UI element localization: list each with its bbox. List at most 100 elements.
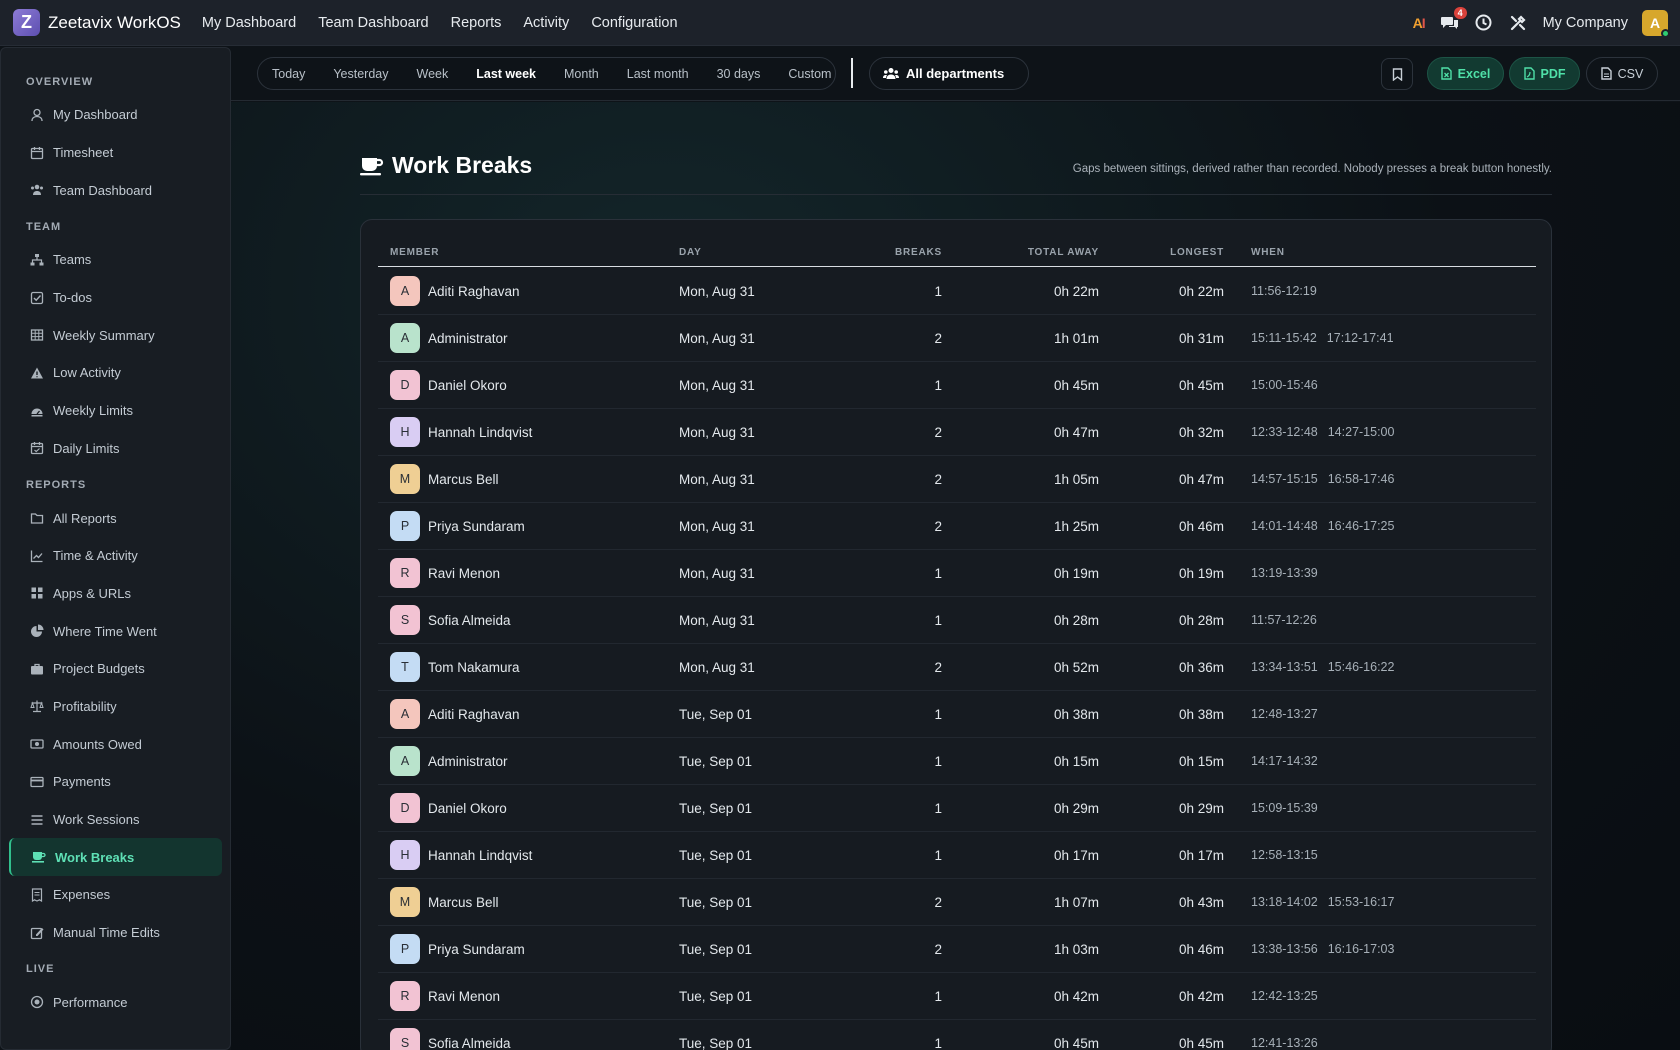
member-initial: A — [400, 707, 410, 721]
member-name[interactable]: Sofia Almeida — [428, 1036, 511, 1050]
member-name[interactable]: Hannah Lindqvist — [428, 848, 532, 863]
excel-file-icon — [1440, 67, 1452, 80]
company-switcher[interactable]: My Company — [1543, 15, 1628, 31]
sidebar-item-teams[interactable]: Teams — [9, 241, 222, 279]
sidebar-item-project-budgets[interactable]: Project Budgets — [9, 650, 222, 688]
range-last-week[interactable]: Last week — [476, 67, 536, 81]
sidebar-item-label: My Dashboard — [53, 107, 138, 123]
sidebar-item-amounts-owed[interactable]: Amounts Owed — [9, 725, 222, 763]
range-30-days[interactable]: 30 days — [717, 67, 761, 81]
breaks-cell: 2 — [934, 471, 942, 487]
sidebar-item-work-sessions[interactable]: Work Sessions — [9, 801, 222, 839]
range-yesterday[interactable]: Yesterday — [333, 67, 388, 81]
column-header-longest[interactable]: LONGEST — [1170, 247, 1224, 258]
table-row[interactable]: P Priya Sundaram Tue, Sep 01 2 1h 03m 0h… — [378, 926, 1536, 973]
sidebar-item-low-activity[interactable]: Low Activity — [9, 354, 222, 392]
export-pdf-button[interactable]: PDF — [1509, 57, 1580, 90]
table-row[interactable]: A Administrator Tue, Sep 01 1 0h 15m 0h … — [378, 738, 1536, 785]
member-name[interactable]: Priya Sundaram — [428, 942, 525, 957]
export-csv-button[interactable]: CSV — [1586, 57, 1658, 90]
table-row[interactable]: H Hannah Lindqvist Mon, Aug 31 2 0h 47m … — [378, 409, 1536, 456]
sidebar-item-my-dashboard[interactable]: My Dashboard — [9, 96, 222, 134]
sidebar-item-work-breaks[interactable]: Work Breaks — [9, 838, 222, 877]
column-header-day[interactable]: DAY — [679, 247, 702, 258]
member-name[interactable]: Administrator — [428, 331, 508, 346]
member-name[interactable]: Marcus Bell — [428, 895, 499, 910]
member-name[interactable]: Daniel Okoro — [428, 801, 507, 816]
list-icon — [30, 813, 44, 827]
member-name[interactable]: Sofia Almeida — [428, 613, 511, 628]
member-name[interactable]: Marcus Bell — [428, 472, 499, 487]
table-row[interactable]: M Marcus Bell Mon, Aug 31 2 1h 05m 0h 47… — [378, 456, 1536, 503]
tools-button[interactable] — [1507, 12, 1529, 34]
export-excel-button[interactable]: Excel — [1427, 57, 1504, 90]
member-name[interactable]: Tom Nakamura — [428, 660, 520, 675]
sidebar-item-daily-limits[interactable]: Daily Limits — [9, 430, 222, 468]
member-name[interactable]: Ravi Menon — [428, 989, 500, 1004]
range-custom[interactable]: Custom — [788, 67, 831, 81]
column-header-total-away[interactable]: TOTAL AWAY — [1028, 247, 1099, 258]
sidebar-item-profitability[interactable]: Profitability — [9, 688, 222, 726]
column-header-member[interactable]: MEMBER — [390, 247, 439, 258]
member-initial: A — [400, 754, 410, 768]
table-row[interactable]: A Aditi Raghavan Tue, Sep 01 1 0h 38m 0h… — [378, 691, 1536, 738]
sidebar-item-label: All Reports — [53, 510, 117, 526]
range-last-month[interactable]: Last month — [627, 67, 689, 81]
breaks-cell: 2 — [934, 518, 942, 534]
table-row[interactable]: T Tom Nakamura Mon, Aug 31 2 0h 52m 0h 3… — [378, 644, 1536, 691]
table-row[interactable]: A Administrator Mon, Aug 31 2 1h 01m 0h … — [378, 315, 1536, 362]
app-logo[interactable]: Z — [13, 9, 40, 36]
table-row[interactable]: S Sofia Almeida Tue, Sep 01 1 0h 45m 0h … — [378, 1020, 1536, 1050]
user-avatar[interactable]: A — [1642, 9, 1670, 38]
table-row[interactable]: D Daniel Okoro Mon, Aug 31 1 0h 45m 0h 4… — [378, 362, 1536, 409]
topnav-team-dashboard[interactable]: Team Dashboard — [318, 15, 428, 31]
table-row[interactable]: R Ravi Menon Tue, Sep 01 1 0h 42m 0h 42m… — [378, 973, 1536, 1020]
range-week[interactable]: Week — [417, 67, 449, 81]
department-filter[interactable]: All departments — [869, 57, 1029, 90]
ai-assistant-button[interactable]: AI — [1413, 15, 1426, 31]
timer-button[interactable] — [1473, 12, 1495, 34]
sidebar-item-weekly-limits[interactable]: Weekly Limits — [9, 392, 222, 430]
topnav-my-dashboard[interactable]: My Dashboard — [202, 15, 296, 31]
table-row[interactable]: S Sofia Almeida Mon, Aug 31 1 0h 28m 0h … — [378, 597, 1536, 644]
member-name[interactable]: Administrator — [428, 754, 508, 769]
table-row[interactable]: D Daniel Okoro Tue, Sep 01 1 0h 29m 0h 2… — [378, 785, 1536, 832]
save-view-button[interactable] — [1381, 58, 1413, 90]
member-name[interactable]: Priya Sundaram — [428, 519, 525, 534]
total-away-cell: 0h 17m — [1053, 847, 1099, 863]
table-row[interactable]: H Hannah Lindqvist Tue, Sep 01 1 0h 17m … — [378, 832, 1536, 879]
sidebar-item-timesheet[interactable]: Timesheet — [9, 134, 222, 172]
member-name[interactable]: Ravi Menon — [428, 566, 500, 581]
member-name[interactable]: Daniel Okoro — [428, 378, 507, 393]
sidebar-item-performance[interactable]: Performance — [9, 983, 222, 1021]
sidebar-item-where-time-went[interactable]: Where Time Went — [9, 612, 222, 650]
table-row[interactable]: M Marcus Bell Tue, Sep 01 2 1h 07m 0h 43… — [378, 879, 1536, 926]
member-cell: S Sofia Almeida — [390, 597, 511, 643]
messages-button[interactable]: 4 — [1439, 6, 1467, 34]
table-row[interactable]: A Aditi Raghavan Mon, Aug 31 1 0h 22m 0h… — [378, 268, 1536, 315]
sidebar-item-to-dos[interactable]: To-dos — [9, 279, 222, 317]
sidebar-item-team-dashboard[interactable]: Team Dashboard — [9, 171, 222, 209]
topnav-configuration[interactable]: Configuration — [591, 15, 677, 31]
sidebar-item-apps-urls[interactable]: Apps & URLs — [9, 575, 222, 613]
break-interval: 15:53-16:17 — [1327, 895, 1395, 909]
sidebar-item-weekly-summary[interactable]: Weekly Summary — [9, 316, 222, 354]
topnav-reports[interactable]: Reports — [451, 15, 502, 31]
column-header-breaks[interactable]: BREAKS — [895, 247, 942, 258]
topnav-activity[interactable]: Activity — [523, 15, 569, 31]
table-row[interactable]: R Ravi Menon Mon, Aug 31 1 0h 19m 0h 19m… — [378, 550, 1536, 597]
sidebar-item-all-reports[interactable]: All Reports — [9, 499, 222, 537]
sidebar-item-payments[interactable]: Payments — [9, 763, 222, 801]
table-row[interactable]: P Priya Sundaram Mon, Aug 31 2 1h 25m 0h… — [378, 503, 1536, 550]
member-name[interactable]: Aditi Raghavan — [428, 284, 520, 299]
app-name[interactable]: Zeetavix WorkOS — [48, 13, 181, 33]
sidebar-item-manual-time-edits[interactable]: Manual Time Edits — [9, 914, 222, 952]
column-header-when[interactable]: WHEN — [1251, 247, 1285, 258]
range-today[interactable]: Today — [272, 67, 305, 81]
sidebar-item-time-activity[interactable]: Time & Activity — [9, 537, 222, 575]
member-name[interactable]: Hannah Lindqvist — [428, 425, 532, 440]
member-name[interactable]: Aditi Raghavan — [428, 707, 520, 722]
brand[interactable]: Z Zeetavix WorkOS — [13, 9, 181, 36]
range-month[interactable]: Month — [564, 67, 599, 81]
sidebar-item-expenses[interactable]: Expenses — [9, 876, 222, 914]
